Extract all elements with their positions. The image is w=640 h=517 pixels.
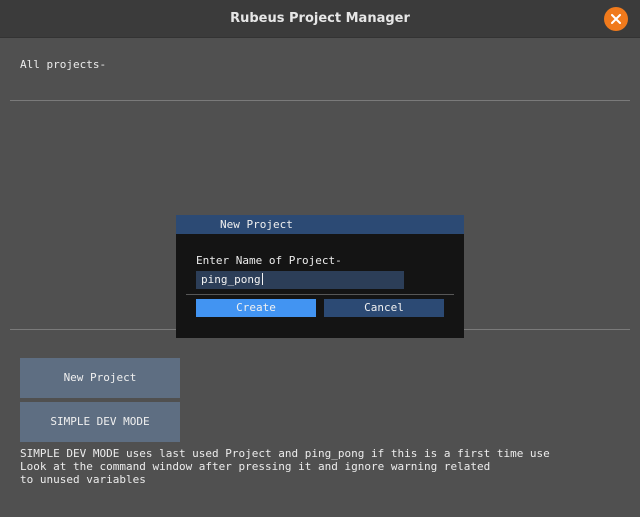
project-name-label: Enter Name of Project- — [196, 254, 342, 267]
create-button[interactable]: Create — [196, 299, 316, 317]
title-bar[interactable]: Rubeus Project Manager — [0, 0, 640, 38]
window-title: Rubeus Project Manager — [230, 11, 410, 26]
projects-label: All projects- — [20, 58, 107, 71]
cancel-button[interactable]: Cancel — [324, 299, 444, 317]
simple-dev-mode-description: SIMPLE DEV MODE uses last used Project a… — [20, 447, 550, 486]
close-icon — [611, 14, 621, 24]
divider-top — [10, 100, 630, 101]
dialog-title: New Project — [220, 218, 293, 231]
new-project-button[interactable]: New Project — [20, 358, 180, 398]
dialog-title-bar[interactable]: New Project — [176, 215, 464, 234]
project-name-value: ping_pong — [201, 273, 261, 286]
simple-dev-mode-button[interactable]: SIMPLE DEV MODE — [20, 402, 180, 442]
new-project-dialog: New Project Enter Name of Project- ping_… — [176, 215, 464, 338]
text-caret — [261, 273, 263, 285]
app-window: Rubeus Project Manager All projects- New… — [0, 0, 640, 517]
close-button[interactable] — [604, 7, 628, 31]
description-line: to unused variables — [20, 473, 146, 486]
description-line: SIMPLE DEV MODE uses last used Project a… — [20, 447, 550, 460]
description-line: Look at the command window after pressin… — [20, 460, 491, 473]
dialog-divider — [186, 294, 454, 295]
project-name-input[interactable]: ping_pong — [196, 271, 404, 289]
